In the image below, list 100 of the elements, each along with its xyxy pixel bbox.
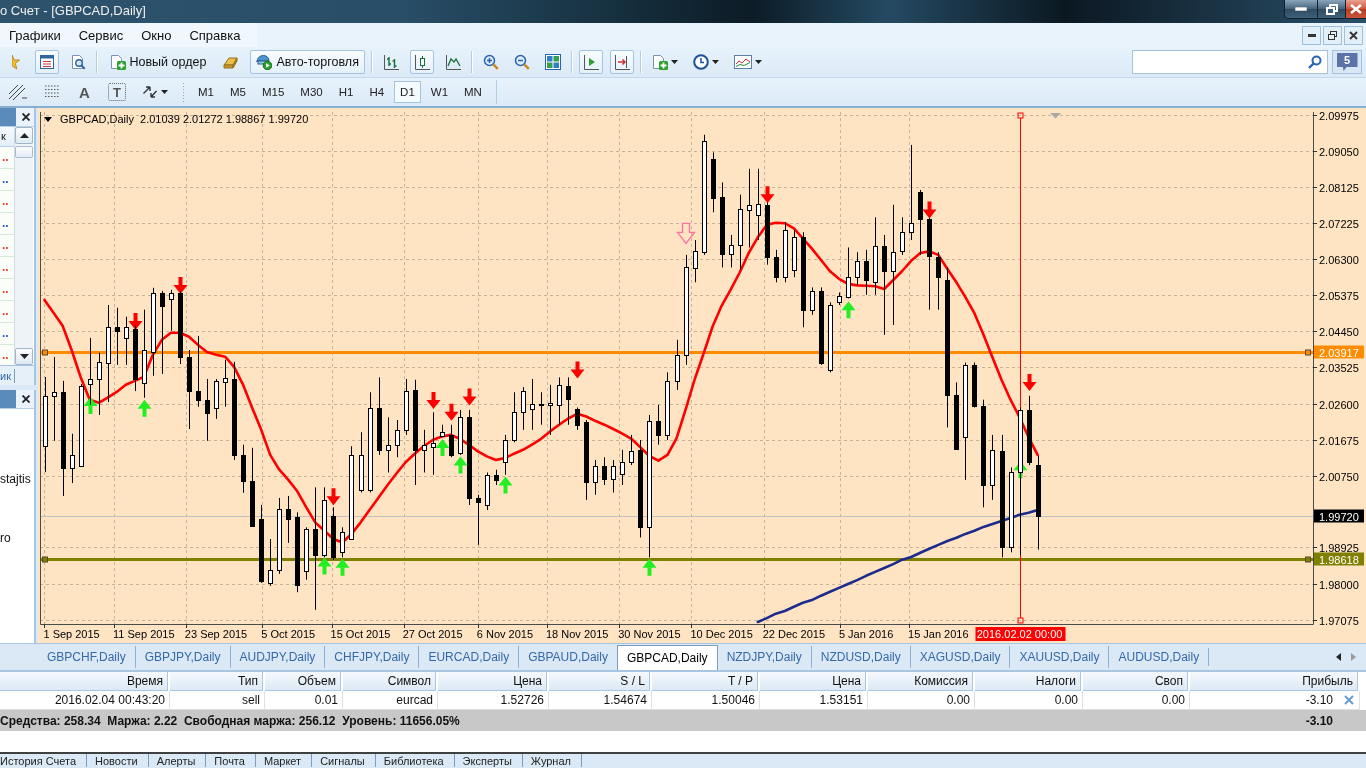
chart-tab[interactable]: AUDJPY,Daily [229, 646, 325, 668]
menu-item[interactable]: Графики [1, 25, 69, 45]
terminal-tab[interactable]: Маркет [263, 754, 313, 767]
terminal-tab[interactable]: Алерты [156, 754, 207, 767]
date-axis-label: 11 Sep 2015 [113, 628, 175, 640]
candle [693, 239, 698, 283]
timeframe-button[interactable]: W1 [424, 81, 455, 103]
handle-icon[interactable] [42, 349, 48, 356]
timeframe-button[interactable]: M1 [191, 81, 220, 103]
candle [783, 221, 788, 283]
horizontal-line[interactable] [41, 351, 1313, 354]
terminal-tab[interactable]: Сигналы [320, 754, 376, 767]
scroll-up-button[interactable] [15, 127, 33, 144]
chart-tab[interactable]: EURCAD,Daily [418, 646, 519, 668]
chart-tab[interactable]: XAUUSD,Daily [1009, 646, 1109, 668]
caret-icon [754, 60, 762, 64]
timeframe-button[interactable]: M30 [294, 81, 329, 103]
chart-tab[interactable]: NZDJPY,Daily [717, 646, 811, 668]
scroll-down-button[interactable] [15, 348, 33, 365]
chart-tab[interactable]: CHFJPY,Daily [324, 646, 419, 668]
time-tag: 2016.02.02 00:00 [975, 627, 1066, 641]
column-header: Символ [343, 672, 438, 691]
timeframe-button[interactable]: MN [458, 81, 488, 103]
chart-tab[interactable]: GBPCHF,Daily [38, 646, 135, 668]
close-button[interactable] [1346, 0, 1366, 19]
date-axis-label: 10 Dec 2015 [690, 628, 753, 640]
restore-icon [1325, 3, 1338, 15]
column-header: Прибыль [1190, 672, 1360, 691]
terminal-tab[interactable]: Библиотека [383, 754, 455, 767]
terminal-tab[interactable]: Эксперты [462, 754, 523, 767]
close-button[interactable] [1344, 25, 1363, 45]
navigator-item[interactable]: ro [0, 530, 11, 546]
chart-tab[interactable]: GBPAUD,Daily [518, 646, 617, 668]
close-icon[interactable] [1344, 695, 1354, 705]
candle [97, 352, 102, 416]
candle [557, 376, 562, 426]
quote-price: .. [0, 345, 14, 365]
down-arrow-icon [173, 276, 188, 294]
up-arrow-icon [642, 558, 657, 576]
candle [386, 416, 391, 473]
timeframe-button[interactable]: M15 [255, 81, 291, 103]
menu-item[interactable]: Сервис [70, 25, 132, 45]
candle [133, 325, 138, 392]
timeframe-button[interactable]: M5 [223, 81, 252, 103]
panel-title-bar [0, 108, 16, 126]
close-button[interactable] [20, 393, 32, 405]
terminal-tab[interactable]: История Счета [0, 754, 88, 767]
chart-tab[interactable]: GBPCAD,Daily [616, 645, 718, 670]
menu-item[interactable]: Справка [181, 25, 249, 45]
candle [936, 251, 941, 311]
candle [503, 434, 508, 476]
date-axis-label: 22 Dec 2015 [762, 628, 826, 640]
timeframe-button[interactable]: H4 [363, 81, 391, 103]
window-title: о Счет - [GBPCAD,Daily] [0, 2, 147, 20]
search-icon[interactable] [1308, 55, 1322, 69]
toolbar-button[interactable]: Авто-торговля [250, 50, 365, 74]
column-header: к [0, 127, 14, 147]
candle [656, 404, 661, 446]
toolbar-button[interactable] [578, 50, 603, 74]
toolbar-button[interactable]: A [73, 80, 96, 104]
timeframe-button[interactable]: D1 [394, 81, 421, 103]
up-arrow-icon [453, 456, 468, 474]
price-axis-label: 2.04450 [1319, 325, 1359, 338]
table-cell-text: -3.10 [1305, 692, 1333, 709]
up-arrow-icon [841, 301, 856, 319]
minimize-button[interactable] [1284, 0, 1318, 19]
chart-tab[interactable]: GBPJPY,Daily [134, 646, 230, 668]
handle-icon[interactable] [1305, 556, 1311, 563]
handle-icon[interactable] [1017, 617, 1024, 624]
menu-item[interactable]: Окно [133, 25, 180, 45]
chart-tab[interactable]: XAGUSD,Daily [909, 646, 1010, 668]
terminal-tab[interactable]: Почта [214, 754, 256, 767]
toolbar-button[interactable]: Новый ордер [103, 50, 213, 74]
handle-icon[interactable] [42, 556, 48, 563]
down-arrow-icon [570, 361, 585, 379]
restore-button[interactable] [1323, 25, 1342, 45]
clock-icon [692, 54, 709, 70]
handle-icon[interactable] [1017, 112, 1024, 119]
toolbar-button[interactable] [409, 50, 434, 74]
toolbar-button[interactable] [609, 50, 634, 74]
timeframe-button[interactable]: H1 [332, 81, 360, 103]
column-header: Своп [1083, 672, 1190, 691]
quote-price: .. [0, 323, 14, 345]
caret-icon[interactable] [44, 117, 52, 122]
date-axis-label: 6 Nov 2015 [476, 628, 534, 640]
terminal-tab[interactable]: Новости [95, 754, 149, 767]
handle-icon[interactable] [1305, 349, 1311, 356]
triangle-left-icon[interactable] [1336, 653, 1341, 661]
terminal-tab[interactable]: Журнал [530, 754, 582, 767]
minimize-button[interactable] [1302, 25, 1321, 45]
chart-tab[interactable]: NZDUSD,Daily [810, 646, 910, 668]
candle [241, 444, 246, 494]
search-field[interactable] [1132, 50, 1328, 74]
scrollbar[interactable] [14, 127, 33, 365]
scrollbar-thumb[interactable] [15, 146, 33, 158]
navigator-item[interactable]: stajtis [0, 471, 31, 487]
toolbar-button[interactable] [34, 50, 59, 74]
candle [422, 429, 427, 473]
restore-button[interactable] [1318, 0, 1346, 19]
close-button[interactable] [20, 111, 32, 123]
